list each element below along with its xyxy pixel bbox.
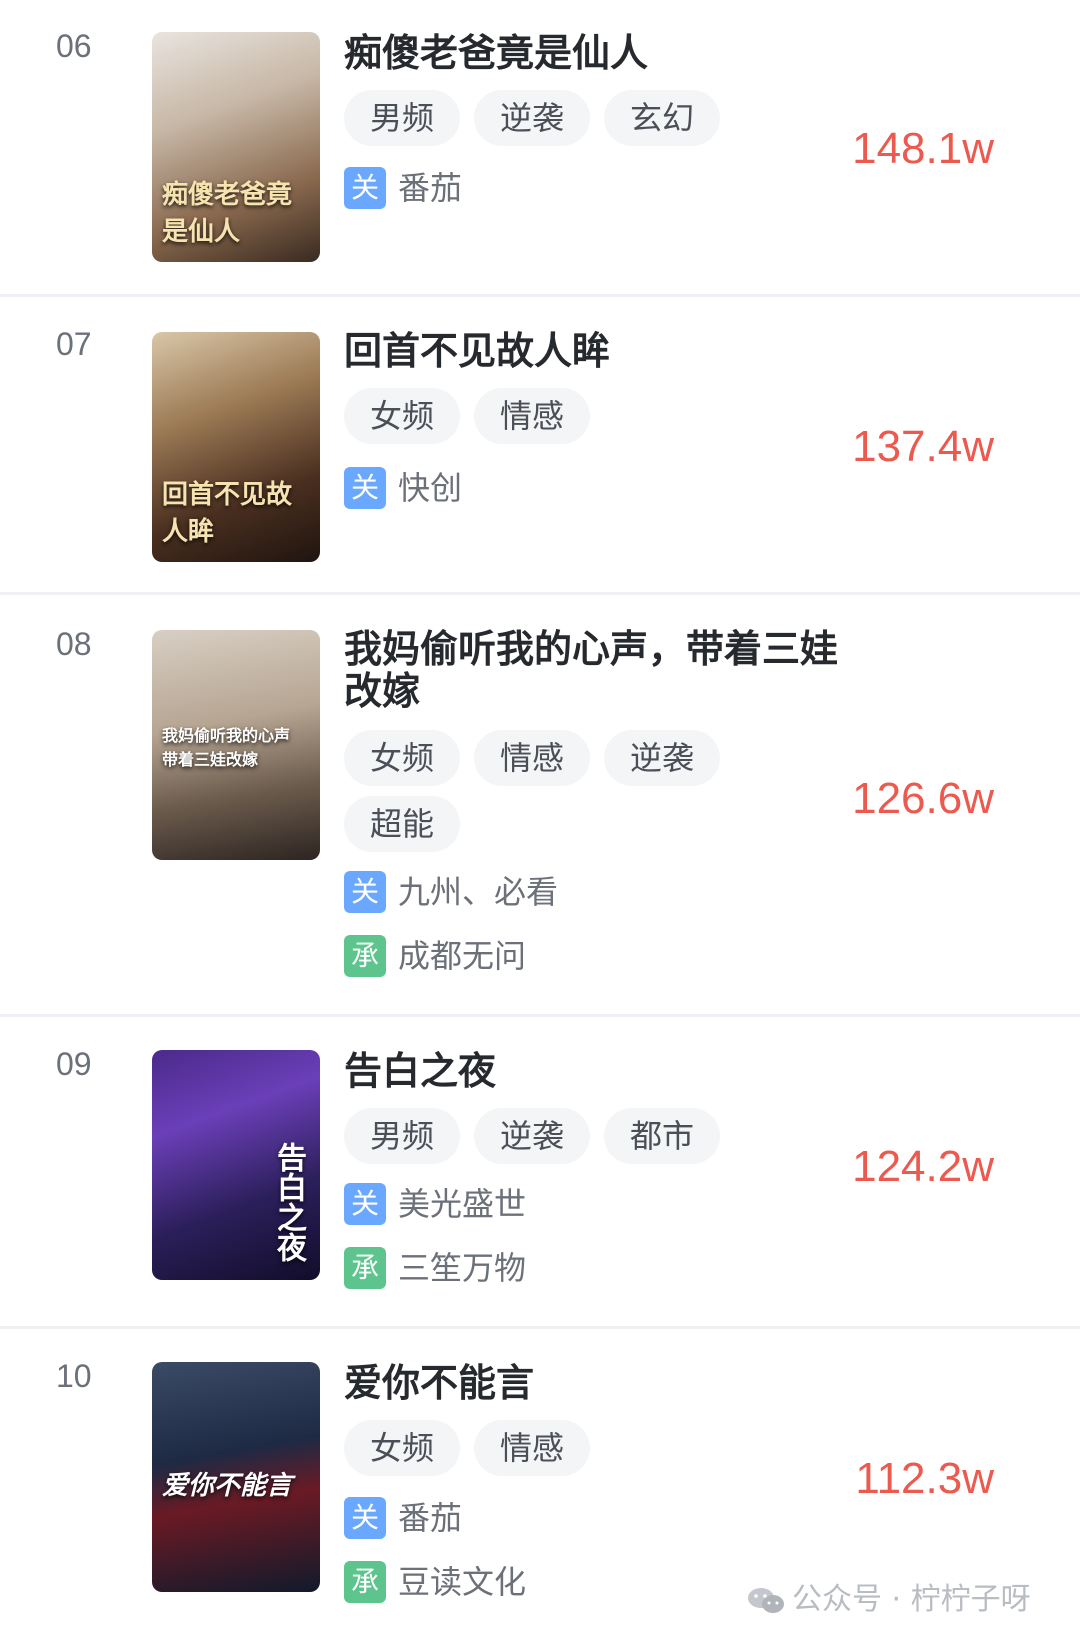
guan-row: 关番茄 — [344, 1494, 462, 1540]
drama-title[interactable]: 我妈偷听我的心声，带着三娃改嫁 — [344, 628, 864, 712]
rank-number: 09 — [56, 1046, 92, 1082]
watermark-text: 公众号 · 柠柠子呀 — [792, 1582, 1031, 1617]
score-value: 137.4w — [852, 422, 994, 471]
divider — [0, 1014, 1080, 1017]
genre-tag[interactable]: 逆袭 — [474, 1108, 591, 1164]
genre-tag[interactable]: 超能 — [344, 796, 461, 852]
divider — [0, 592, 1080, 595]
guan-text: 番茄 — [398, 1498, 463, 1537]
cover-image[interactable]: 回首不见故人眸 — [152, 332, 320, 562]
genre-tag[interactable]: 逆袭 — [604, 730, 721, 786]
genre-tag[interactable]: 都市 — [604, 1108, 721, 1164]
cheng-row: 承成都无问 — [344, 932, 526, 978]
genre-tag[interactable]: 情感 — [474, 1420, 591, 1476]
list-item[interactable]: 06 痴傻老爸竟是仙人 痴傻老爸竟是仙人 男频 逆袭 玄幻 关番茄 148.1w — [0, 0, 1080, 296]
score-value: 112.3w — [855, 1454, 994, 1503]
guan-text: 美光盛世 — [398, 1184, 527, 1223]
cover-image[interactable]: 我妈偷听我的心声 带着三娃改嫁 — [152, 630, 320, 860]
genre-tag[interactable]: 女频 — [344, 730, 461, 786]
guan-badge: 关 — [344, 1496, 386, 1539]
rank-number: 10 — [56, 1358, 92, 1394]
genre-tag[interactable]: 玄幻 — [604, 90, 721, 146]
cover-image[interactable]: 爱你不能言 — [152, 1362, 320, 1592]
list-item[interactable]: 08 我妈偷听我的心声 带着三娃改嫁 我妈偷听我的心声，带着三娃改嫁 女频 情感… — [0, 596, 1080, 1016]
wechat-icon — [746, 1586, 786, 1616]
cheng-badge: 承 — [344, 1560, 386, 1603]
drama-title[interactable]: 爱你不能言 — [344, 1362, 534, 1404]
cheng-text: 三笙万物 — [398, 1248, 527, 1287]
guan-badge: 关 — [344, 466, 386, 509]
cover-caption: 爱你不能言 — [162, 1471, 293, 1501]
genre-tag[interactable]: 情感 — [474, 730, 591, 786]
genre-tag[interactable]: 情感 — [474, 388, 591, 444]
watermark: 公众号 · 柠柠子呀 — [746, 1574, 1031, 1618]
guan-row: 关番茄 — [344, 164, 462, 210]
score-value: 148.1w — [852, 124, 994, 173]
score-value: 126.6w — [852, 774, 994, 823]
rank-number: 08 — [56, 626, 92, 662]
cheng-badge: 承 — [344, 1246, 386, 1289]
guan-text: 九州、必看 — [398, 872, 559, 911]
drama-title[interactable]: 痴傻老爸竟是仙人 — [344, 32, 648, 74]
guan-badge: 关 — [344, 1182, 386, 1225]
divider — [0, 1326, 1080, 1329]
cheng-row: 承三笙万物 — [344, 1244, 526, 1290]
cheng-text: 成都无问 — [398, 936, 527, 975]
genre-tag[interactable]: 女频 — [344, 1420, 461, 1476]
genre-tag[interactable]: 女频 — [344, 388, 461, 444]
rank-number: 06 — [56, 28, 92, 64]
list-item[interactable]: 09 告白之夜 告白之夜 男频 逆袭 都市 关美光盛世 承三笙万物 124.2w — [0, 1018, 1080, 1328]
guan-row: 关九州、必看 — [344, 868, 558, 914]
guan-text: 快创 — [398, 468, 463, 507]
genre-tag[interactable]: 男频 — [344, 1108, 461, 1164]
guan-row: 关美光盛世 — [344, 1180, 526, 1226]
cover-caption: 回首不见故人眸 — [162, 480, 293, 547]
drama-title[interactable]: 告白之夜 — [344, 1050, 496, 1092]
genre-tag[interactable]: 男频 — [344, 90, 461, 146]
guan-badge: 关 — [344, 166, 386, 209]
score-value: 124.2w — [852, 1142, 994, 1191]
cover-caption: 告白之夜 — [271, 1142, 306, 1262]
cover-caption: 我妈偷听我的心声 带着三娃改嫁 — [162, 726, 291, 769]
guan-row: 关快创 — [344, 464, 462, 510]
guan-text: 番茄 — [398, 168, 463, 207]
cover-caption: 痴傻老爸竟是仙人 — [162, 180, 293, 247]
cheng-text: 豆读文化 — [398, 1562, 527, 1601]
genre-tag[interactable]: 逆袭 — [474, 90, 591, 146]
guan-badge: 关 — [344, 870, 386, 913]
divider — [0, 294, 1080, 297]
cheng-row: 承豆读文化 — [344, 1558, 526, 1604]
list-item[interactable]: 07 回首不见故人眸 回首不见故人眸 女频 情感 关快创 137.4w — [0, 298, 1080, 594]
cover-image[interactable]: 告白之夜 — [152, 1050, 320, 1280]
cheng-badge: 承 — [344, 934, 386, 977]
drama-title[interactable]: 回首不见故人眸 — [344, 330, 610, 372]
cover-image[interactable]: 痴傻老爸竟是仙人 — [152, 32, 320, 262]
rank-number: 07 — [56, 326, 92, 362]
